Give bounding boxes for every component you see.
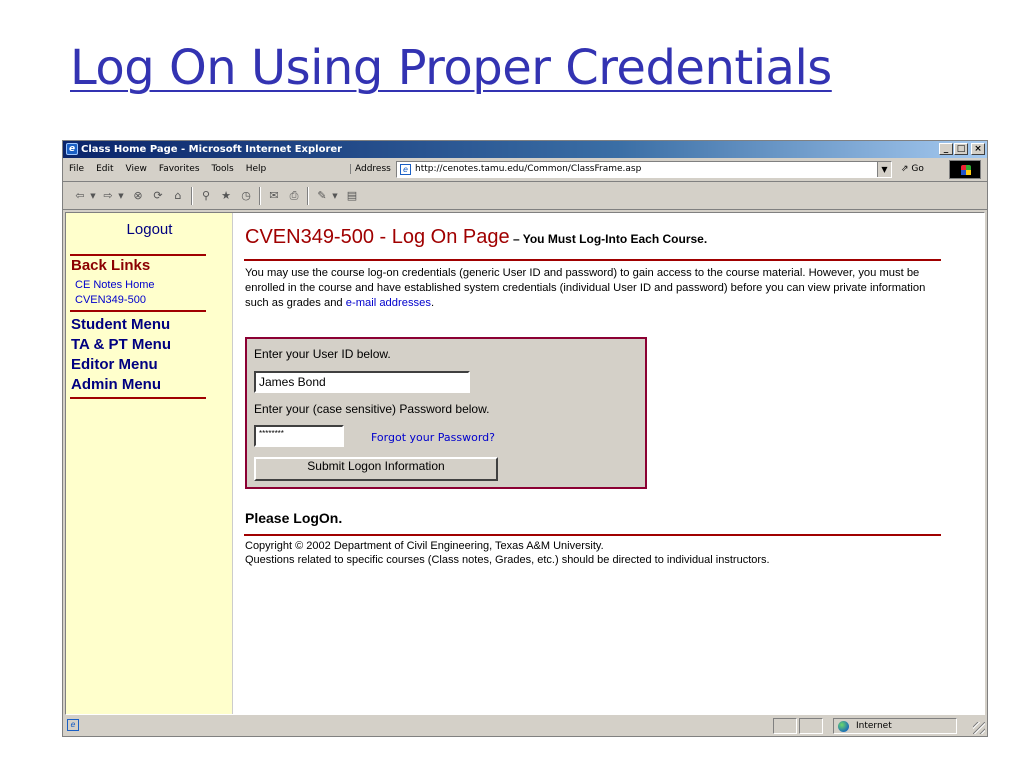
status-pane-main: [83, 718, 771, 734]
favorites-icon[interactable]: ★: [219, 189, 233, 203]
zone-label: Internet: [856, 721, 892, 731]
page-content: Logout Back Links CE Notes Home CVEN349-…: [65, 212, 985, 715]
intro-end: .: [430, 297, 435, 309]
page-status-icon: e: [67, 719, 79, 731]
chevron-down-icon[interactable]: ▼: [877, 162, 891, 177]
toolbar-separator: [191, 187, 193, 205]
edit-dropdown-icon[interactable]: ▼: [331, 189, 339, 203]
page-heading: CVEN349-500 - Log On Page – You Must Log…: [245, 226, 707, 249]
discuss-icon[interactable]: ▤: [345, 189, 359, 203]
student-menu-link[interactable]: Student Menu: [71, 315, 170, 335]
divider: [70, 310, 206, 312]
forward-dropdown-icon[interactable]: ▼: [117, 189, 125, 203]
back-links-heading: Back Links: [71, 257, 151, 274]
window-buttons: _ □ ×: [939, 143, 985, 155]
title-bar: e Class Home Page - Microsoft Internet E…: [63, 141, 987, 158]
userid-label: Enter your User ID below.: [254, 347, 391, 361]
search-icon[interactable]: ⚲: [199, 189, 213, 203]
toolbar-separator: [259, 187, 261, 205]
menu-view[interactable]: View: [126, 164, 147, 174]
back-icon[interactable]: ⇦: [73, 189, 87, 203]
admin-menu-link[interactable]: Admin Menu: [71, 375, 161, 395]
print-icon[interactable]: ⎙: [287, 189, 301, 203]
status-pane-progress: [773, 718, 797, 734]
toolbar: ⇦ ▼ ⇨ ▼ ⊗ ⟳ ⌂ ⚲ ★ ◷ ✉ ⎙ ✎ ▼ ▤: [63, 183, 987, 210]
sidebar: Logout Back Links CE Notes Home CVEN349-…: [66, 213, 233, 714]
menu-items: File Edit View Favorites Tools Help: [69, 164, 266, 174]
ta-pt-menu-link[interactable]: TA & PT Menu: [71, 335, 171, 355]
copyright-line: Copyright © 2002 Department of Civil Eng…: [245, 540, 604, 552]
menu-bar: File Edit View Favorites Tools Help Addr…: [63, 158, 987, 182]
toolbar-separator: [307, 187, 309, 205]
password-label: Enter your (case sensitive) Password bel…: [254, 402, 490, 416]
refresh-icon[interactable]: ⟳: [151, 189, 165, 203]
go-label: Go: [911, 164, 924, 174]
footer-text: Copyright © 2002 Department of Civil Eng…: [245, 539, 945, 567]
main-panel: CVEN349-500 - Log On Page – You Must Log…: [233, 213, 984, 714]
forward-icon[interactable]: ⇨: [101, 189, 115, 203]
go-button[interactable]: ⇗ Go: [901, 164, 924, 174]
link-cven349-500[interactable]: CVEN349-500: [75, 294, 146, 306]
userid-input[interactable]: James Bond: [254, 371, 470, 393]
password-input[interactable]: ********: [254, 425, 344, 447]
login-form: Enter your User ID below. James Bond Ent…: [245, 337, 647, 489]
editor-menu-link[interactable]: Editor Menu: [71, 355, 158, 375]
ie-icon: e: [66, 143, 78, 155]
menu-edit[interactable]: Edit: [96, 164, 113, 174]
mail-icon[interactable]: ✉: [267, 189, 281, 203]
status-pane-lock: [799, 718, 823, 734]
page-heading-text: CVEN349-500 - Log On Page: [245, 226, 510, 248]
back-dropdown-icon[interactable]: ▼: [89, 189, 97, 203]
submit-logon-label: Submit Logon Information: [307, 459, 445, 473]
go-arrow-icon: ⇗: [901, 164, 909, 174]
menu-file[interactable]: File: [69, 164, 84, 174]
address-input[interactable]: e http://cenotes.tamu.edu/Common/ClassFr…: [396, 161, 892, 178]
globe-icon: [838, 721, 849, 732]
windows-logo-icon: [949, 160, 981, 179]
stop-icon[interactable]: ⊗: [131, 189, 145, 203]
edit-icon[interactable]: ✎: [315, 189, 329, 203]
page-icon: e: [400, 164, 411, 175]
submit-logon-button[interactable]: Submit Logon Information: [254, 457, 498, 481]
slide-title: Log On Using Proper Credentials: [70, 40, 832, 96]
heading-rule: [244, 259, 941, 261]
menu-favorites[interactable]: Favorites: [159, 164, 200, 174]
history-icon[interactable]: ◷: [239, 189, 253, 203]
link-ce-notes-home[interactable]: CE Notes Home: [75, 279, 154, 291]
maximize-button[interactable]: □: [954, 143, 968, 155]
home-icon[interactable]: ⌂: [171, 189, 185, 203]
intro-text: You may use the course log-on credential…: [245, 266, 945, 311]
divider: [70, 397, 206, 399]
footer-rule: [244, 534, 941, 536]
email-addresses-link[interactable]: e-mail addresses: [346, 297, 431, 309]
minimize-button[interactable]: _: [939, 143, 953, 155]
address-value: http://cenotes.tamu.edu/Common/ClassFram…: [415, 164, 642, 174]
address-label: Address: [350, 164, 391, 174]
menu-tools[interactable]: Tools: [212, 164, 234, 174]
status-message: Please LogOn.: [245, 510, 343, 526]
logout-link[interactable]: Logout: [66, 221, 233, 238]
questions-line: Questions related to specific courses (C…: [245, 554, 770, 566]
security-zone: Internet: [833, 718, 957, 734]
divider: [70, 254, 206, 256]
page-tagline: – You Must Log-Into Each Course.: [509, 232, 708, 246]
menu-help[interactable]: Help: [246, 164, 267, 174]
close-button[interactable]: ×: [971, 143, 985, 155]
forgot-password-link[interactable]: Forgot your Password?: [371, 431, 495, 444]
resize-grip-icon[interactable]: [973, 722, 985, 734]
window-title: Class Home Page - Microsoft Internet Exp…: [81, 144, 343, 155]
status-bar: e Internet: [63, 716, 987, 736]
browser-window: e Class Home Page - Microsoft Internet E…: [62, 140, 988, 737]
